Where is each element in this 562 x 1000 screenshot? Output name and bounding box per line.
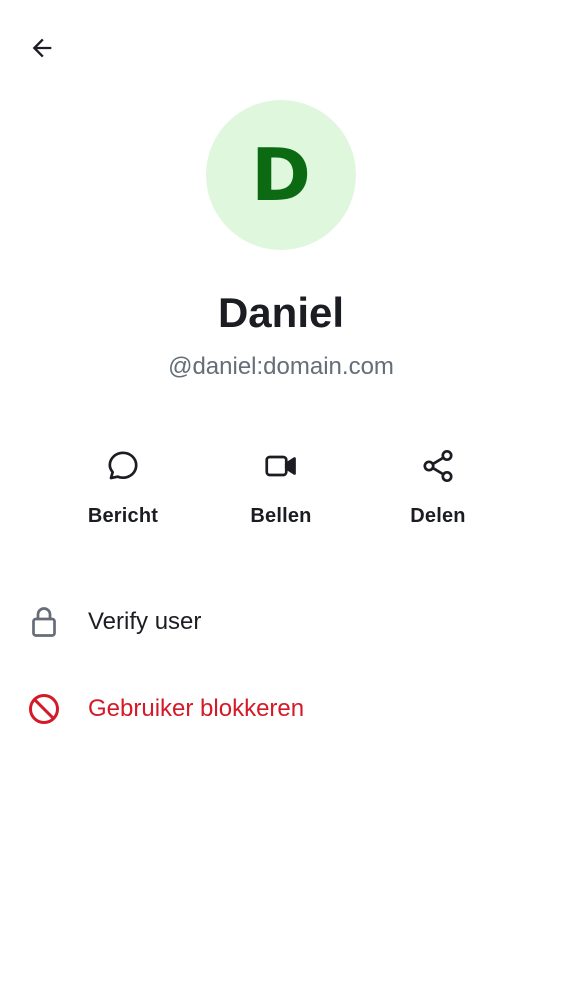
arrow-left-icon	[28, 34, 56, 67]
share-icon	[418, 446, 458, 486]
block-user-item[interactable]: Gebruiker blokkeren	[0, 677, 562, 741]
action-bar: Bericht Bellen Delen	[0, 440, 562, 550]
call-button-label: Bellen	[250, 505, 312, 527]
share-button[interactable]: Delen	[368, 440, 508, 540]
display-name: Daniel	[217, 289, 345, 336]
block-user-label: Gebruiker blokkeren	[88, 695, 305, 722]
video-camera-icon	[261, 446, 301, 486]
avatar-initial: D	[251, 133, 311, 217]
lock-icon	[24, 602, 64, 642]
message-button[interactable]: Bericht	[53, 440, 193, 540]
user-id: @daniel:domain.com	[168, 353, 394, 380]
verify-user-label: Verify user	[88, 608, 202, 635]
back-button[interactable]	[20, 28, 64, 72]
verify-user-item[interactable]: Verify user	[0, 590, 562, 654]
block-icon	[24, 689, 64, 729]
call-button[interactable]: Bellen	[211, 440, 351, 540]
share-button-label: Delen	[410, 505, 466, 527]
chat-bubble-icon	[103, 446, 143, 486]
avatar: D	[206, 100, 356, 250]
message-button-label: Bericht	[87, 505, 159, 527]
